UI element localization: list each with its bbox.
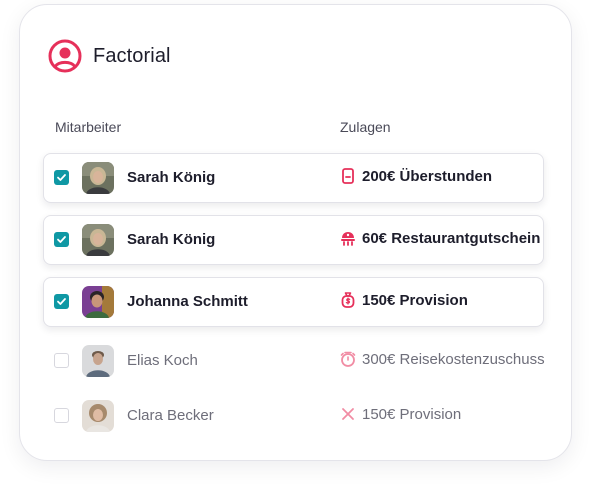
allowance-label: 60€ Restaurantgutschein bbox=[362, 229, 541, 247]
employee-name: Sarah König bbox=[127, 231, 216, 248]
table-row[interactable]: Elias Koch 300€ Reisekostenzuschuss bbox=[43, 336, 545, 386]
employee-name: Johanna Schmitt bbox=[127, 293, 248, 310]
row-checkbox[interactable] bbox=[54, 170, 69, 185]
user-circle-icon bbox=[48, 39, 82, 73]
column-header-allowance: Zulagen bbox=[340, 119, 391, 135]
employee-name: Elias Koch bbox=[127, 352, 198, 369]
allowance-label: 300€ Reisekostenzuschuss bbox=[362, 350, 545, 368]
row-checkbox[interactable] bbox=[54, 353, 69, 368]
allowance: 150€ Provision bbox=[339, 405, 461, 423]
row-checkbox[interactable] bbox=[54, 232, 69, 247]
allowance-label: 200€ Überstunden bbox=[362, 167, 493, 185]
table-row[interactable]: Sarah König 60€ Restaurantgutschein bbox=[43, 215, 544, 265]
checkmark-icon bbox=[57, 174, 66, 181]
restaurant-icon bbox=[341, 232, 355, 246]
employee-name: Sarah König bbox=[127, 169, 216, 186]
allowances-card: Factorial Mitarbeiter Zulagen Sarah Köni… bbox=[19, 4, 572, 461]
allowance: 200€ Überstunden bbox=[339, 167, 492, 185]
close-icon bbox=[342, 408, 354, 420]
row-checkbox[interactable] bbox=[54, 294, 69, 309]
checkmark-icon bbox=[57, 298, 66, 305]
brand-name: Factorial bbox=[93, 44, 171, 67]
allowance-label: 150€ Provision bbox=[362, 291, 468, 309]
table-row[interactable]: Johanna Schmitt 150€ Provision bbox=[43, 277, 544, 327]
employee-name: Clara Becker bbox=[127, 407, 214, 424]
avatar bbox=[82, 162, 114, 194]
row-checkbox[interactable] bbox=[54, 408, 69, 423]
avatar bbox=[82, 345, 114, 377]
document-icon bbox=[342, 168, 354, 184]
avatar bbox=[82, 224, 114, 256]
allowance: 300€ Reisekostenzuschuss bbox=[339, 350, 545, 368]
brand: Factorial bbox=[48, 39, 171, 73]
avatar bbox=[82, 286, 114, 318]
column-header-employee: Mitarbeiter bbox=[55, 119, 122, 135]
table-row[interactable]: Clara Becker 150€ Provision bbox=[43, 391, 544, 441]
stopwatch-icon bbox=[340, 351, 356, 367]
checkmark-icon bbox=[57, 236, 66, 243]
avatar bbox=[82, 400, 114, 432]
allowance: 150€ Provision bbox=[339, 291, 468, 309]
table-row[interactable]: Sarah König 200€ Überstunden bbox=[43, 153, 544, 203]
money-bag-icon bbox=[341, 292, 355, 308]
allowance: 60€ Restaurantgutschein bbox=[339, 229, 540, 247]
allowance-label: 150€ Provision bbox=[362, 405, 462, 423]
